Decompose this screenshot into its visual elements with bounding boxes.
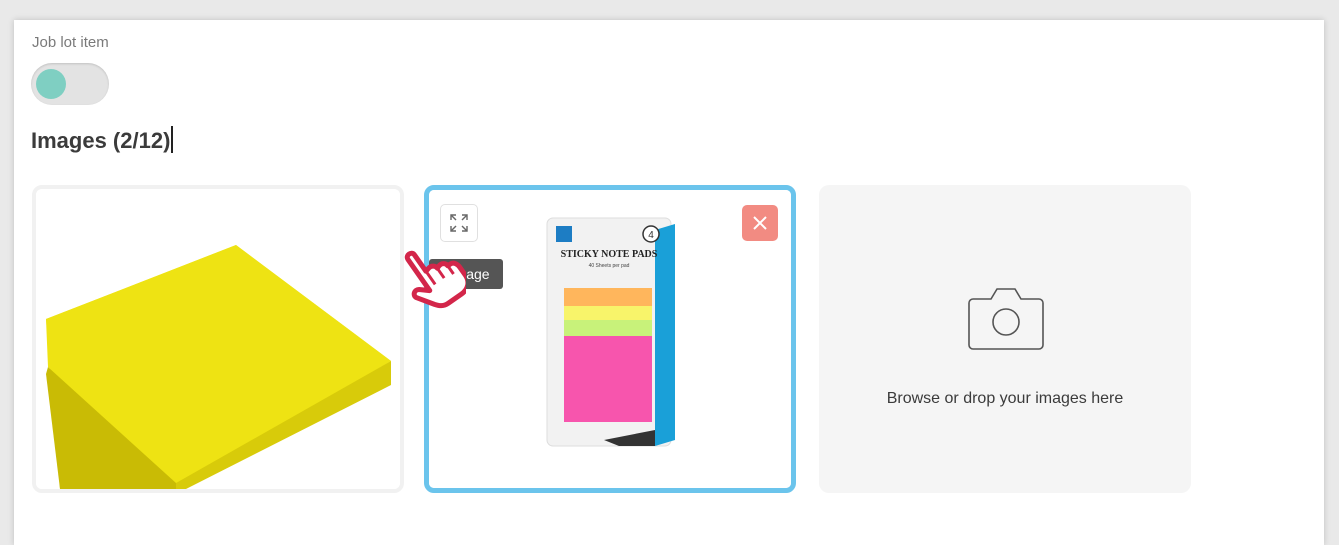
image-card-1[interactable] [32, 185, 404, 493]
expand-image-button[interactable] [440, 204, 478, 242]
job-lot-label: Job lot item [32, 34, 109, 51]
job-lot-toggle[interactable] [31, 63, 109, 105]
camera-icon [968, 288, 1044, 350]
image-card-2[interactable]: 4 STICKY NOTE PADS 40 Sheets per pad [424, 185, 796, 493]
remove-image-button[interactable] [742, 205, 778, 241]
toggle-knob [36, 69, 66, 99]
drop-zone-text: Browse or drop your images here [886, 390, 1124, 407]
product-form-panel: Job lot item Images (2/12) 4 STICKY NOTE… [14, 20, 1324, 545]
package-title: STICKY NOTE PADS [561, 249, 658, 260]
image-drop-zone[interactable]: Browse or drop your images here [819, 185, 1191, 493]
images-title-text: Images (2/12) [31, 128, 171, 153]
yellow-sticky-note-image [36, 189, 400, 489]
pointer-hand-icon [404, 250, 466, 309]
package-badge: 4 [648, 230, 654, 241]
package-subtitle: 40 Sheets per pad [589, 263, 630, 269]
close-icon [753, 216, 767, 230]
images-heading: Images (2/12) [31, 126, 174, 154]
sticky-note-pads-image: 4 STICKY NOTE PADS 40 Sheets per pad [429, 190, 791, 488]
expand-icon [450, 214, 468, 232]
text-caret [171, 126, 174, 153]
